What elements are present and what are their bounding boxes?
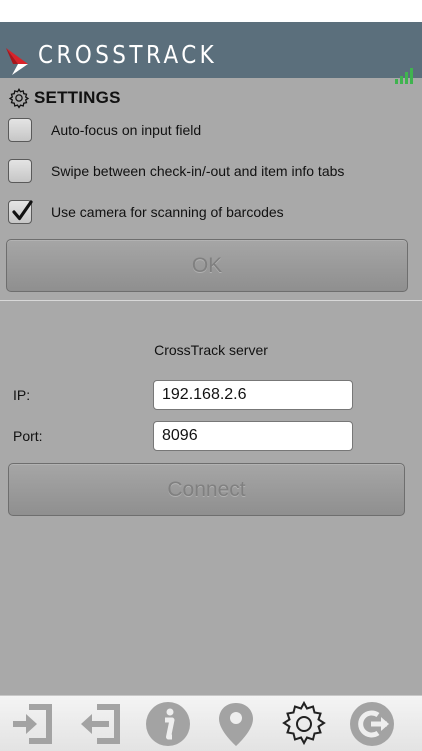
tab-settings[interactable] [274, 696, 334, 751]
settings-gear-icon [282, 700, 326, 745]
ip-input[interactable] [153, 380, 353, 410]
option-swipe-tabs[interactable]: Swipe between check-in/-out and item inf… [8, 158, 344, 184]
port-input[interactable] [153, 421, 353, 451]
option-label: Swipe between check-in/-out and item inf… [51, 163, 345, 179]
logo-text: CROSSTRACK [38, 40, 218, 69]
ok-button-label: OK [191, 253, 223, 277]
crosstrack-logo-icon [6, 48, 28, 75]
tab-item-info[interactable] [138, 696, 198, 751]
tab-check-out[interactable] [70, 696, 130, 751]
settings-title: SETTINGS [34, 88, 121, 107]
settings-heading: SETTINGS [8, 86, 121, 110]
status-bar [0, 0, 422, 22]
section-divider [0, 300, 422, 301]
bottom-tab-bar [0, 695, 422, 751]
signal-strength-icon [395, 68, 413, 84]
connect-button[interactable]: Connect [8, 463, 405, 516]
gear-icon [8, 88, 30, 109]
option-use-camera[interactable]: Use camera for scanning of barcodes [8, 199, 284, 225]
checkmark-icon [12, 200, 33, 221]
tab-check-in[interactable] [2, 696, 62, 751]
ok-button[interactable]: OK [6, 239, 408, 292]
info-icon [146, 701, 190, 746]
option-label: Auto-focus on input field [51, 122, 202, 138]
check-out-icon [81, 703, 120, 744]
server-section-title: CrossTrack server [154, 342, 268, 358]
check-in-icon [13, 703, 52, 744]
logout-icon [350, 701, 394, 746]
port-label: Port: [13, 428, 43, 444]
option-label: Use camera for scanning of barcodes [51, 204, 284, 220]
use-camera-checkbox[interactable] [8, 200, 33, 224]
location-pin-icon [219, 702, 253, 746]
swipe-tabs-checkbox[interactable] [8, 159, 32, 183]
option-auto-focus[interactable]: Auto-focus on input field [8, 117, 201, 143]
tab-logout[interactable] [342, 696, 402, 751]
connect-button-label: Connect [167, 477, 246, 501]
ip-label: IP: [13, 387, 31, 403]
app-header: CROSSTRACK [0, 22, 422, 84]
auto-focus-checkbox[interactable] [8, 118, 32, 142]
tab-location[interactable] [206, 696, 266, 751]
